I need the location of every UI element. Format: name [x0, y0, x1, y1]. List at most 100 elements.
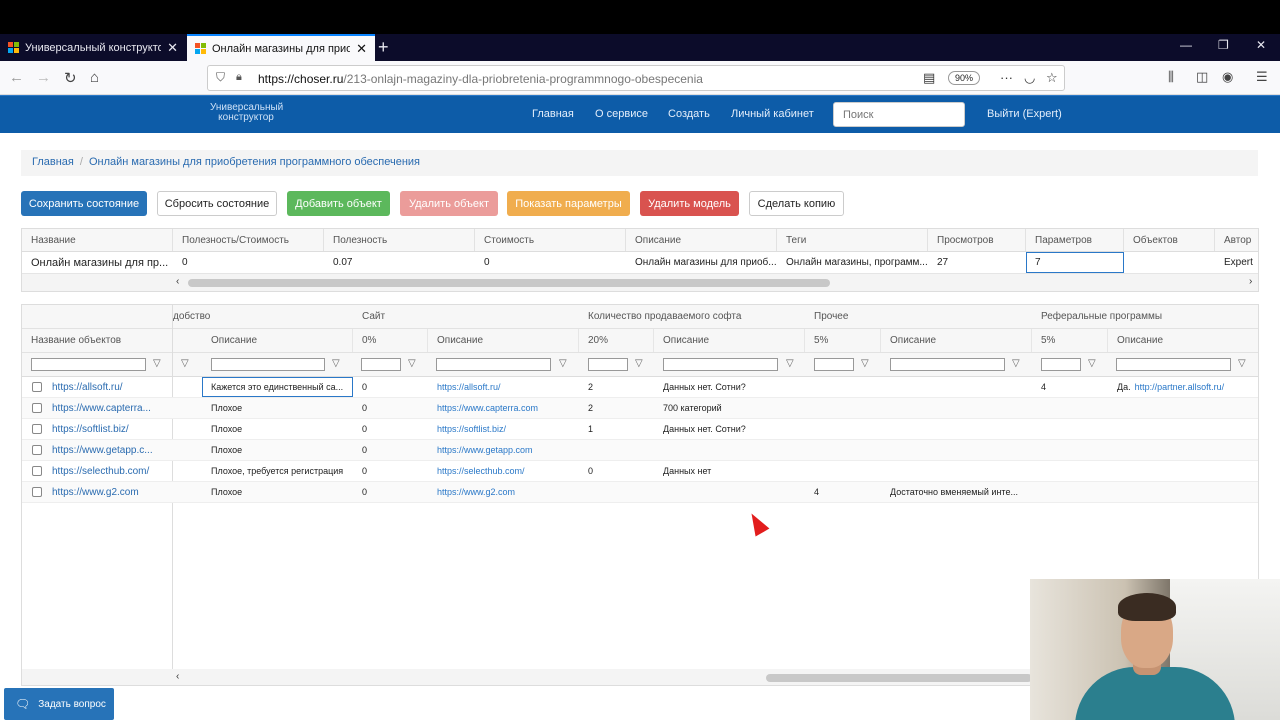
shield-icon[interactable]: ⛉ [216, 70, 225, 85]
object-link[interactable]: https://selecthub.com/ [52, 466, 149, 477]
library-icon[interactable]: ⫼ [1168, 69, 1174, 85]
sidebar-icon[interactable]: ◫ [1196, 69, 1208, 85]
table-cell[interactable] [1108, 419, 1258, 439]
table-cell[interactable]: 1 [579, 419, 654, 439]
table-cell[interactable] [1032, 419, 1108, 439]
table-cell[interactable]: 4 [805, 482, 881, 502]
filter-icon[interactable]: ▽ [635, 358, 643, 369]
table-cell[interactable]: 0 [353, 461, 428, 481]
table-cell[interactable] [805, 398, 881, 418]
add-object-button[interactable]: Добавить объект [287, 191, 390, 216]
model-name[interactable]: Онлайн магазины для пр... [22, 252, 173, 273]
object-link[interactable]: https://softlist.biz/ [52, 424, 129, 435]
table-cell[interactable] [1108, 482, 1258, 502]
table-cell[interactable]: 0 [353, 377, 428, 397]
filter-input[interactable] [814, 358, 854, 371]
zoom-level[interactable]: 90% [948, 71, 981, 85]
filter-icon[interactable]: ▽ [1238, 358, 1246, 369]
filter-input[interactable] [361, 358, 401, 371]
column-header[interactable]: Просмотров [928, 229, 1026, 251]
delete-model-button[interactable]: Удалить модель [640, 191, 739, 216]
column-header[interactable]: Название объектов [22, 329, 173, 352]
scroll-left-icon[interactable]: ‹ [176, 276, 179, 287]
scrollbar-thumb[interactable] [188, 279, 830, 287]
tab-online-stores[interactable]: Онлайн магазины для приоб ✕ [187, 34, 375, 61]
table-cell[interactable]: 2 [579, 398, 654, 418]
column-header[interactable]: Автор [1215, 229, 1258, 251]
tab-universal-constructor[interactable]: Универсальный конструктор ✕ [0, 34, 186, 61]
filter-input[interactable] [436, 358, 551, 371]
table-row[interactable]: https://allsoft.ru/Кажется это единствен… [22, 377, 1258, 398]
table-cell[interactable]: Плохое, требуется регистрация [202, 461, 353, 481]
filter-icon[interactable]: ▽ [861, 358, 869, 369]
bookmark-star-icon[interactable]: ☆ [1046, 70, 1058, 86]
table-row[interactable]: https://www.capterra... Плохое 0 https://ww… [22, 398, 1258, 419]
table-cell[interactable] [1108, 398, 1258, 418]
minimize-icon[interactable]: — [1180, 38, 1192, 52]
model-description[interactable]: Онлайн магазины для приоб... [626, 252, 777, 273]
address-bar[interactable]: ⛉ 🔒︎ https://choser.ru/213-onlajn-magazi… [207, 65, 1065, 91]
table-cell[interactable]: 0 [353, 440, 428, 460]
filter-icon[interactable]: ▽ [153, 358, 161, 369]
table-cell[interactable] [881, 398, 1032, 418]
show-params-button[interactable]: Показать параметры [507, 191, 630, 216]
scrollbar-thumb[interactable] [766, 674, 1032, 682]
column-header[interactable]: Объектов [1124, 229, 1215, 251]
table-cell[interactable]: Данных нет. Сотни? [654, 377, 805, 397]
model-author[interactable]: Expert [1215, 252, 1258, 273]
model-row[interactable]: Онлайн магазины для пр... 0 0.07 0 Онлай… [22, 252, 1258, 274]
account-icon[interactable]: ◉ [1222, 69, 1233, 85]
filter-input[interactable] [1041, 358, 1081, 371]
table-cell[interactable] [805, 419, 881, 439]
table-cell[interactable]: 0 [353, 482, 428, 502]
filter-input[interactable] [211, 358, 325, 371]
close-window-icon[interactable]: ✕ [1256, 38, 1266, 52]
breadcrumb-home[interactable]: Главная [32, 156, 74, 168]
table-cell[interactable]: https://softlist.biz/ [428, 419, 579, 439]
column-header[interactable]: Параметров [1026, 229, 1124, 251]
table-cell[interactable] [805, 461, 881, 481]
table-cell[interactable] [1108, 461, 1258, 481]
object-link[interactable]: https://www.g2.com [52, 487, 139, 498]
reader-view-icon[interactable]: ▤ [923, 70, 935, 86]
table-cell[interactable]: Плохое [202, 440, 353, 460]
table-row[interactable]: https://softlist.biz/Плохое 0 https://soft… [22, 419, 1258, 440]
model-views[interactable]: 27 [928, 252, 1026, 273]
close-tab-icon[interactable]: ✕ [167, 40, 178, 56]
table-row[interactable]: https://selecthub.com/Плохое, требуется … [22, 461, 1258, 482]
table-cell[interactable] [1032, 461, 1108, 481]
table-cell[interactable] [579, 440, 654, 460]
table-cell[interactable]: https://allsoft.ru/ [428, 377, 579, 397]
table-cell[interactable] [579, 482, 654, 502]
column-header[interactable]: Описание [881, 329, 1032, 352]
scroll-left-icon[interactable]: ‹ [176, 671, 179, 682]
column-header[interactable]: Описание [428, 329, 579, 352]
horizontal-scrollbar[interactable]: ‹ › [22, 274, 1258, 291]
table-cell[interactable]: https://www.capterra.com [428, 398, 579, 418]
column-header[interactable]: 5% [1032, 329, 1108, 352]
ask-question-button[interactable]: 🗨︎ Задать вопрос [4, 688, 114, 720]
model-objects[interactable] [1124, 252, 1215, 273]
site-link[interactable]: https://allsoft.ru/ [437, 382, 501, 392]
table-cell[interactable] [1032, 482, 1108, 502]
object-link[interactable]: https://allsoft.ru/ [52, 382, 123, 393]
model-utility-cost[interactable]: 0 [173, 252, 324, 273]
table-cell[interactable]: https://www.g2.com [428, 482, 579, 502]
column-header[interactable]: 20% [579, 329, 654, 352]
column-header[interactable]: Описание [626, 229, 777, 251]
column-header[interactable]: 0% [353, 329, 428, 352]
nav-account[interactable]: Личный кабинет [731, 108, 814, 120]
site-link[interactable]: https://selecthub.com/ [437, 466, 525, 476]
filter-input[interactable] [1116, 358, 1231, 371]
model-cost[interactable]: 0 [475, 252, 626, 273]
search-input[interactable] [833, 102, 965, 127]
table-cell[interactable]: 2 [579, 377, 654, 397]
site-link[interactable]: https://softlist.biz/ [437, 424, 506, 434]
model-tags[interactable]: Онлайн магазины, программ... [777, 252, 928, 273]
table-cell[interactable] [1032, 440, 1108, 460]
filter-icon[interactable]: ▽ [332, 358, 340, 369]
url-text[interactable]: https://choser.ru/213-onlajn-magaziny-dl… [258, 72, 703, 86]
table-cell[interactable] [881, 440, 1032, 460]
table-cell[interactable] [881, 377, 1032, 397]
maximize-icon[interactable]: ❐ [1218, 38, 1229, 52]
